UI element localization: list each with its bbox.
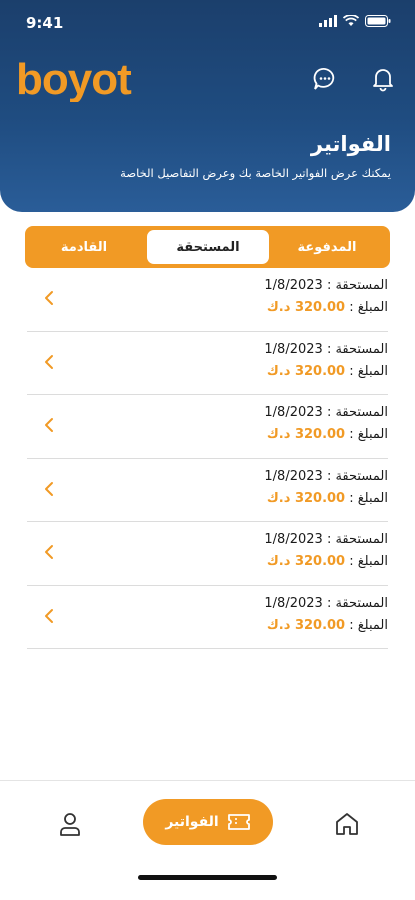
chevron-left-icon[interactable]: [43, 417, 55, 433]
nav-invoices-button[interactable]: الفواتير: [143, 799, 273, 845]
invoice-row[interactable]: المستحقة : 1/8/2023 المبلغ : 320.00 د.ك: [27, 395, 388, 459]
nav-invoices-label: الفواتير: [165, 814, 219, 830]
tab-due[interactable]: المستحقة: [147, 230, 269, 264]
due-label: المستحقة :: [326, 595, 388, 611]
signal-icon: [319, 15, 337, 27]
chat-icon[interactable]: [312, 66, 338, 92]
amount-value: 320.00 د.ك: [266, 617, 346, 633]
page-subtitle: يمكنك عرض الفواتير الخاصة بك وعرض التفاص…: [120, 166, 391, 180]
due-date: 1/8/2023: [264, 532, 323, 547]
status-time: 9:41: [26, 14, 64, 32]
due-label: المستحقة :: [326, 341, 388, 357]
wifi-icon: [343, 15, 359, 26]
amount-label: المبلغ :: [349, 554, 388, 569]
amount-value: 320.00 د.ك: [266, 300, 346, 315]
chevron-left-icon[interactable]: [43, 544, 55, 560]
invoice-row[interactable]: المستحقة : 1/8/2023 المبلغ : 320.00 د.ك: [27, 586, 388, 649]
home-indicator: [138, 875, 277, 880]
user-icon[interactable]: [58, 811, 82, 837]
invoice-row[interactable]: المستحقة : 1/8/2023 المبلغ : 320.00 د.ك: [27, 522, 388, 586]
invoice-row[interactable]: المستحقة : 1/8/2023 المبلغ : 320.00 د.ك: [27, 268, 388, 332]
due-date: 1/8/2023: [264, 278, 323, 293]
due-label: المستحقة :: [326, 468, 388, 484]
chevron-left-icon[interactable]: [43, 290, 55, 306]
page-title: الفواتير: [310, 132, 391, 156]
header: 9:41 boyot الفواتير يمكنك عرض الفواتير ا…: [0, 0, 415, 212]
amount-label: المبلغ :: [349, 617, 388, 633]
due-date: 1/8/2023: [264, 341, 323, 357]
invoice-list: المستحقة : 1/8/2023 المبلغ : 320.00 د.ك …: [0, 268, 415, 649]
home-icon[interactable]: [334, 811, 360, 837]
due-label: المستحقة :: [326, 532, 388, 547]
invoice-tabs: المدفوعة المستحقة القادمة: [25, 226, 390, 268]
amount-label: المبلغ :: [349, 490, 388, 506]
tab-upcoming[interactable]: القادمة: [25, 230, 143, 264]
bell-icon[interactable]: [370, 66, 396, 92]
due-date: 1/8/2023: [264, 468, 323, 484]
amount-label: المبلغ :: [349, 427, 388, 442]
tab-paid[interactable]: المدفوعة: [268, 230, 386, 264]
chevron-left-icon[interactable]: [43, 354, 55, 370]
invoice-row[interactable]: المستحقة : 1/8/2023 المبلغ : 320.00 د.ك: [27, 459, 388, 522]
invoice-icon: [227, 814, 250, 830]
svg-text:boyot: boyot: [16, 56, 132, 102]
amount-value: 320.00 د.ك: [266, 490, 346, 506]
invoice-row[interactable]: المستحقة : 1/8/2023 المبلغ : 320.00 د.ك: [27, 332, 388, 395]
amount-label: المبلغ :: [349, 363, 388, 379]
amount-value: 320.00 د.ك: [266, 363, 346, 379]
due-date: 1/8/2023: [264, 595, 323, 611]
amount-label: المبلغ :: [349, 300, 388, 315]
boyot-logo: boyot: [16, 56, 133, 102]
battery-icon: [365, 15, 391, 27]
chevron-left-icon[interactable]: [43, 481, 55, 497]
bottom-nav: الفواتير: [0, 780, 415, 900]
status-bar: 9:41: [0, 0, 415, 46]
amount-value: 320.00 د.ك: [266, 554, 346, 569]
amount-value: 320.00 د.ك: [266, 427, 346, 442]
due-date: 1/8/2023: [264, 405, 323, 420]
due-label: المستحقة :: [326, 405, 388, 420]
status-icons: [319, 15, 391, 27]
chevron-left-icon[interactable]: [43, 608, 55, 624]
due-label: المستحقة :: [326, 278, 388, 293]
